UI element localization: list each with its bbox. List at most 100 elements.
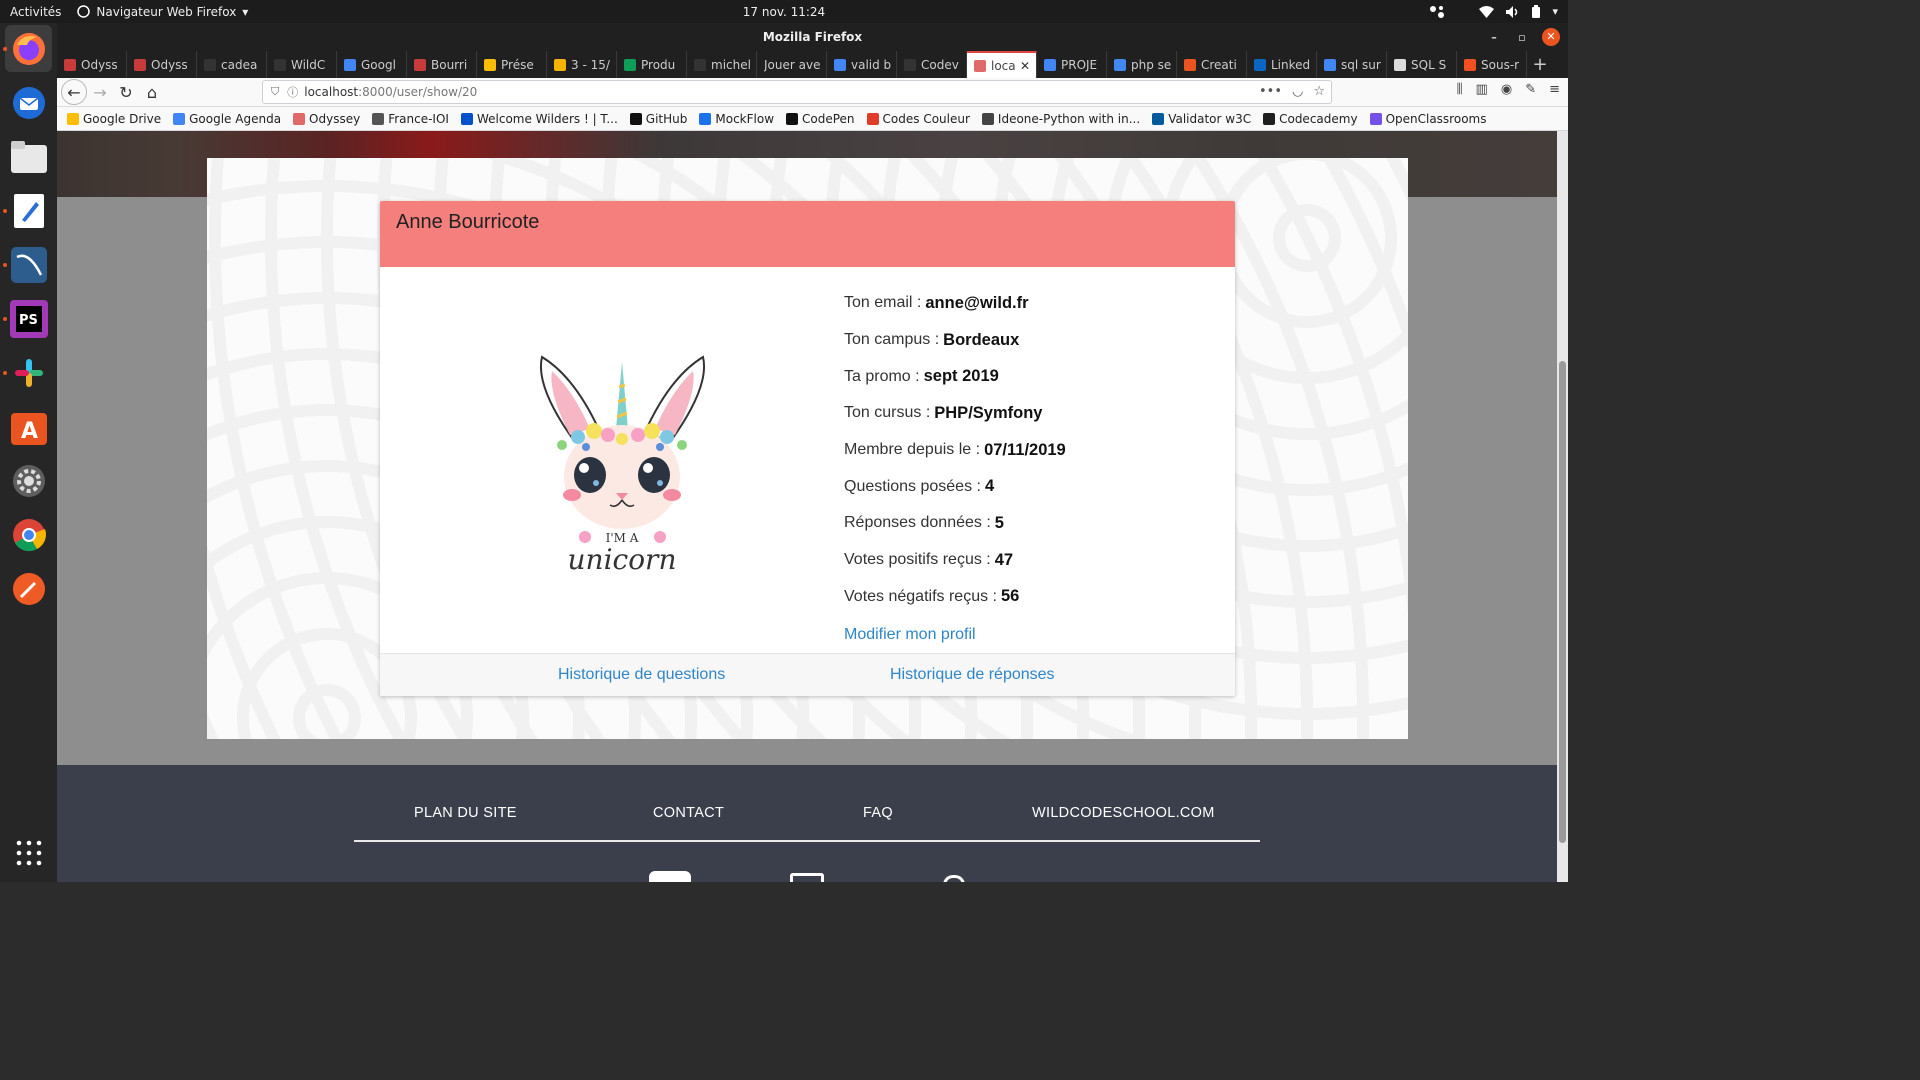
browser-tab[interactable]: SQL S xyxy=(1387,51,1457,78)
browser-tab[interactable]: Prése xyxy=(477,51,547,78)
minimize-button[interactable]: – xyxy=(1486,31,1502,44)
browser-tab[interactable]: Sous-r xyxy=(1457,51,1527,78)
activities-button[interactable]: Activités xyxy=(10,5,61,19)
bookmark-item[interactable]: MockFlow xyxy=(699,112,774,126)
browser-tab[interactable]: Bourri xyxy=(407,51,477,78)
browser-tab[interactable]: Creati xyxy=(1177,51,1247,78)
close-window-button[interactable]: ✕ xyxy=(1542,28,1560,46)
profile-info-label: Ton campus : xyxy=(844,331,940,349)
favicon-icon xyxy=(629,112,642,125)
dock-firefox[interactable] xyxy=(5,25,52,72)
show-applications-button[interactable] xyxy=(5,829,52,876)
chevron-down-icon: ▾ xyxy=(1552,5,1558,18)
bookmark-item[interactable]: Ideone-Python with in... xyxy=(981,112,1140,126)
edit-profile-link[interactable]: Modifier mon profil xyxy=(844,626,976,644)
footer-link-contact[interactable]: CONTACT xyxy=(653,805,724,821)
back-button[interactable]: ← xyxy=(61,79,87,105)
dock-files[interactable] xyxy=(5,133,52,180)
maximize-button[interactable]: ▫ xyxy=(1514,31,1530,44)
dock-settings[interactable] xyxy=(5,457,52,504)
svg-text:PS: PS xyxy=(19,313,38,328)
profile-info-row: Votes positifs reçus :47 xyxy=(844,542,1066,579)
social-icon[interactable] xyxy=(790,873,824,882)
footer-link-wildcodeschool[interactable]: WILDCODESCHOOL.COM xyxy=(1032,805,1215,821)
page-scrollbar[interactable] xyxy=(1557,131,1568,882)
app-menu[interactable]: Navigateur Web Firefox ▾ xyxy=(77,5,248,19)
dock-text-editor[interactable] xyxy=(5,187,52,234)
tab-label: Sous-r xyxy=(1481,57,1520,72)
dock-mysql-workbench[interactable] xyxy=(5,241,52,288)
scrollbar-thumb[interactable] xyxy=(1559,361,1566,843)
bookmark-item[interactable]: Validator w3C xyxy=(1152,112,1251,126)
reload-button[interactable]: ↻ xyxy=(113,79,139,105)
dock-postman[interactable] xyxy=(5,565,52,612)
system-tray[interactable]: ▾ xyxy=(1429,0,1558,23)
sidebar-icon[interactable]: ▥ xyxy=(1476,82,1488,97)
browser-tab[interactable]: WildC xyxy=(267,51,337,78)
new-tab-button[interactable]: + xyxy=(1527,51,1553,78)
bookmark-star-icon[interactable]: ☆ xyxy=(1313,84,1325,99)
library-icon[interactable]: ⫼ xyxy=(1457,82,1463,97)
browser-tab[interactable]: Odyss xyxy=(127,51,197,78)
url-bar[interactable]: ⛉ ⓘ localhost:8000/user/show/20 ••• ◡ ☆ xyxy=(262,80,1332,104)
firefox-icon xyxy=(12,32,45,65)
browser-tab[interactable]: php se xyxy=(1107,51,1177,78)
browser-tab[interactable]: Linked xyxy=(1247,51,1317,78)
account-icon[interactable]: ◉ xyxy=(1501,82,1512,97)
bookmark-item[interactable]: CodePen xyxy=(786,112,855,126)
browser-tab[interactable]: 3 - 15/ xyxy=(547,51,617,78)
browser-tab[interactable]: Googl xyxy=(337,51,407,78)
dock-software-center[interactable]: A xyxy=(5,403,52,450)
dock-phpstorm[interactable]: PS xyxy=(5,295,52,342)
info-icon[interactable]: ⓘ xyxy=(287,84,298,100)
profile-info-row: Questions posées :4 xyxy=(844,468,1066,505)
slack-icon xyxy=(14,358,43,387)
profile-info-value: 5 xyxy=(994,513,1004,532)
bookmark-item[interactable]: Codes Couleur xyxy=(866,112,970,126)
dock-chrome[interactable] xyxy=(5,511,52,558)
history-answers-link[interactable]: Historique de réponses xyxy=(890,666,1055,684)
shield-icon[interactable]: ⛉ xyxy=(271,85,279,99)
footer-link-faq[interactable]: FAQ xyxy=(863,805,893,821)
bookmark-item[interactable]: France-IOI xyxy=(372,112,449,126)
favicon-icon xyxy=(1263,112,1276,125)
dock-thunderbird[interactable] xyxy=(5,79,52,126)
browser-tab[interactable]: Odyss xyxy=(57,51,127,78)
footer-link-sitemap[interactable]: PLAN DU SITE xyxy=(414,805,517,821)
browser-tab[interactable]: Produ xyxy=(617,51,687,78)
browser-tab[interactable]: michel xyxy=(687,51,757,78)
bookmark-item[interactable]: Google Agenda xyxy=(173,112,281,126)
forward-button[interactable]: → xyxy=(87,79,113,105)
tab-label: cadea xyxy=(221,57,258,72)
social-icon[interactable] xyxy=(943,875,965,882)
hamburger-menu-icon[interactable]: ≡ xyxy=(1549,82,1560,97)
browser-tab[interactable]: valid b xyxy=(827,51,897,78)
bookmark-item[interactable]: Codecademy xyxy=(1263,111,1358,126)
browser-tab[interactable]: Jouer ave xyxy=(757,51,827,78)
close-tab-icon[interactable]: ✕ xyxy=(1020,59,1030,73)
favicon-icon xyxy=(694,58,706,71)
bookmark-item[interactable]: OpenClassrooms xyxy=(1369,112,1486,126)
window-titlebar[interactable]: Mozilla Firefox – ▫ ✕ xyxy=(57,23,1568,51)
browser-tab[interactable]: Codev xyxy=(897,51,967,78)
home-icon: ⌂ xyxy=(146,82,158,102)
tab-label: Odyss xyxy=(81,57,118,72)
page-actions-icon[interactable]: ••• xyxy=(1259,84,1282,99)
bookmark-item[interactable]: Google Drive xyxy=(67,112,161,126)
browser-tab[interactable]: loca ✕ xyxy=(967,51,1037,78)
gnome-top-bar: Activités Navigateur Web Firefox ▾ 17 no… xyxy=(0,0,1568,23)
bookmark-label: Codecademy xyxy=(1279,111,1358,126)
home-button[interactable]: ⌂ xyxy=(139,79,165,105)
pocket-icon[interactable]: ◡ xyxy=(1292,84,1303,99)
history-questions-link[interactable]: Historique de questions xyxy=(558,666,725,684)
extension-icon[interactable]: ✎ xyxy=(1525,82,1536,97)
dock-slack[interactable] xyxy=(5,349,52,396)
footer-divider xyxy=(354,840,1260,842)
bookmark-item[interactable]: GitHub xyxy=(629,112,687,126)
browser-tab[interactable]: cadea xyxy=(197,51,267,78)
social-icon[interactable] xyxy=(649,871,691,882)
bookmark-item[interactable]: Odyssey xyxy=(293,112,360,126)
browser-tab[interactable]: PROJE xyxy=(1037,51,1107,78)
bookmark-item[interactable]: Welcome Wilders ! | T... xyxy=(460,112,618,126)
browser-tab[interactable]: sql sur xyxy=(1317,51,1387,78)
